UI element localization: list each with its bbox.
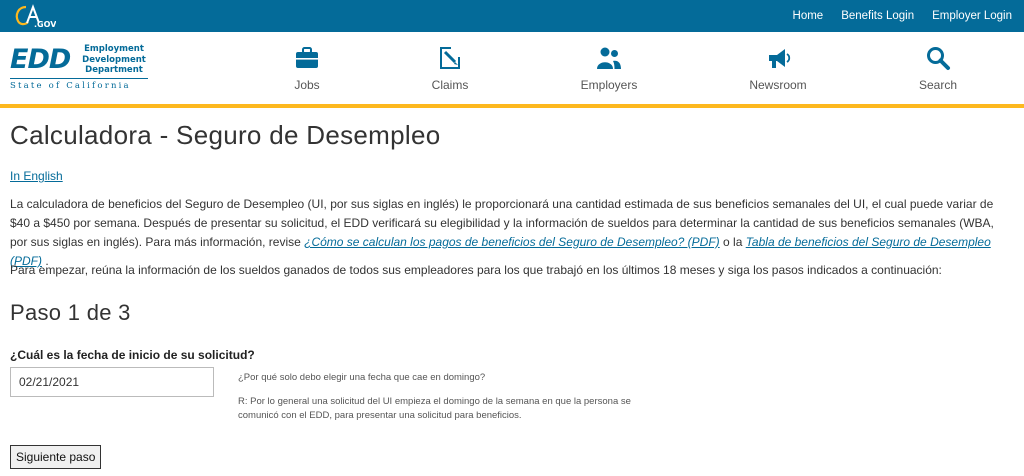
nav-jobs-label: Jobs [294,78,320,92]
nav-newsroom-label: Newsroom [749,78,807,92]
briefcase-icon [294,45,320,71]
site-header [0,32,1024,104]
how-benefits-calculated-link[interactable]: ¿Cómo se calculan los pagos de beneficio… [304,235,720,249]
nav-employers-label: Employers [580,78,638,92]
step-heading: Paso 1 de 3 [10,300,131,325]
nav-jobs[interactable]: Jobs [252,32,362,104]
nav-search[interactable]: Search [883,32,993,104]
search-icon [925,45,951,71]
instructions-paragraph: Para empezar, reúna la información de lo… [10,263,942,277]
top-utility-bar: .GOV Home Benefits Login Employer Login [0,0,1024,32]
sunday-help-answer: R: Por lo general una solicitud del UI e… [238,396,631,421]
top-links: Home Benefits Login Employer Login [775,0,1012,32]
nav-employers[interactable]: Employers [554,32,664,104]
in-english-link[interactable]: In English [10,169,63,183]
claim-start-date-label: ¿Cuál es la fecha de inicio de su solici… [10,348,255,362]
claims-pen-icon [437,45,463,71]
ca-gov-logo-icon[interactable]: .GOV [12,3,56,29]
home-link[interactable]: Home [793,10,824,22]
page-title: Calculadora - Seguro de Desempleo [10,120,441,150]
edd-logo-state: State of California [10,78,148,91]
nav-search-label: Search [918,78,958,92]
edd-logo[interactable]: EDD Employment Development Department St… [10,42,150,94]
header-accent-rule [0,104,1024,108]
benefits-login-link[interactable]: Benefits Login [841,10,914,22]
nav-newsroom[interactable]: Newsroom [723,32,833,104]
megaphone-icon [765,45,791,71]
sunday-help-question: ¿Por qué solo debo elegir una fecha que … [238,372,486,383]
edd-logo-department: Employment Development Department [82,44,146,75]
nav-claims[interactable]: Claims [395,32,505,104]
employer-login-link[interactable]: Employer Login [932,10,1012,22]
claim-start-date-input[interactable] [10,367,214,397]
people-icon [596,45,622,71]
nav-claims-label: Claims [431,78,469,92]
edd-logo-short: EDD [10,44,71,75]
next-step-button[interactable]: Siguiente paso [10,445,102,469]
intro-paragraph: La calculadora de beneficios del Seguro … [10,197,994,268]
svg-text:.GOV: .GOV [34,20,56,29]
